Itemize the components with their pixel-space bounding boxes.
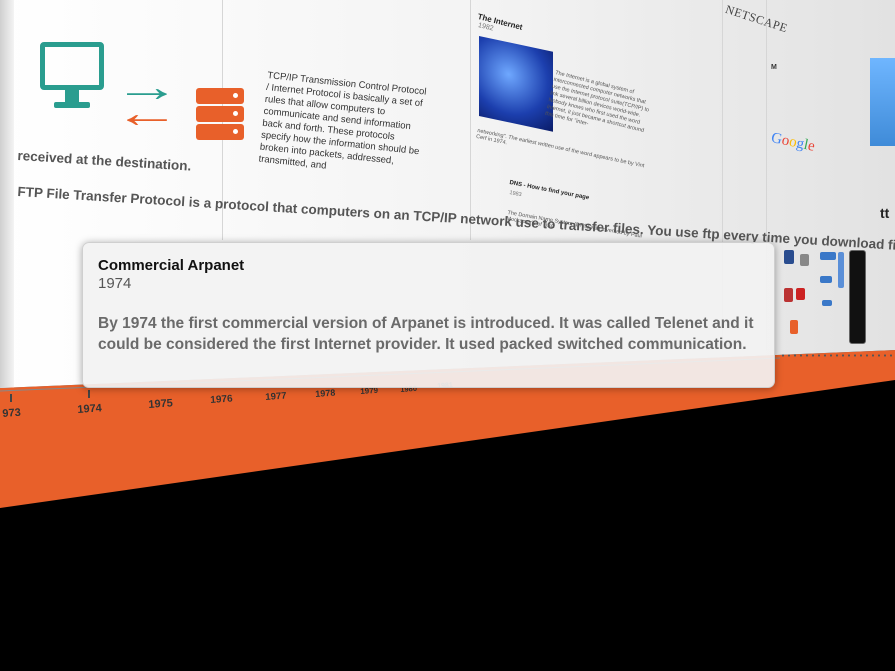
popup-title: Commercial Arpanet	[98, 257, 245, 274]
timeline-year[interactable]: 1978	[315, 388, 336, 399]
timeline-year[interactable]: 973	[2, 407, 21, 420]
timeline-year[interactable]: 1977	[265, 391, 287, 403]
timeline-year[interactable]: 1975	[148, 397, 173, 411]
popup-year: 1974	[98, 275, 132, 292]
timeline-year[interactable]: 1976	[210, 393, 233, 406]
popup-description: By 1974 the first commercial version of …	[98, 315, 754, 353]
timeline-minor-ticks	[780, 354, 895, 357]
event-detail-popup[interactable]: Commercial Arpanet 1974 By 1974 the firs…	[82, 242, 775, 388]
timeline-year-tick	[88, 390, 90, 398]
timeline-year[interactable]: 1974	[77, 402, 102, 416]
timeline-stage: → ← TCP/IP Transmission Control Protocol…	[0, 0, 895, 671]
timeline-year-tick	[10, 394, 12, 402]
